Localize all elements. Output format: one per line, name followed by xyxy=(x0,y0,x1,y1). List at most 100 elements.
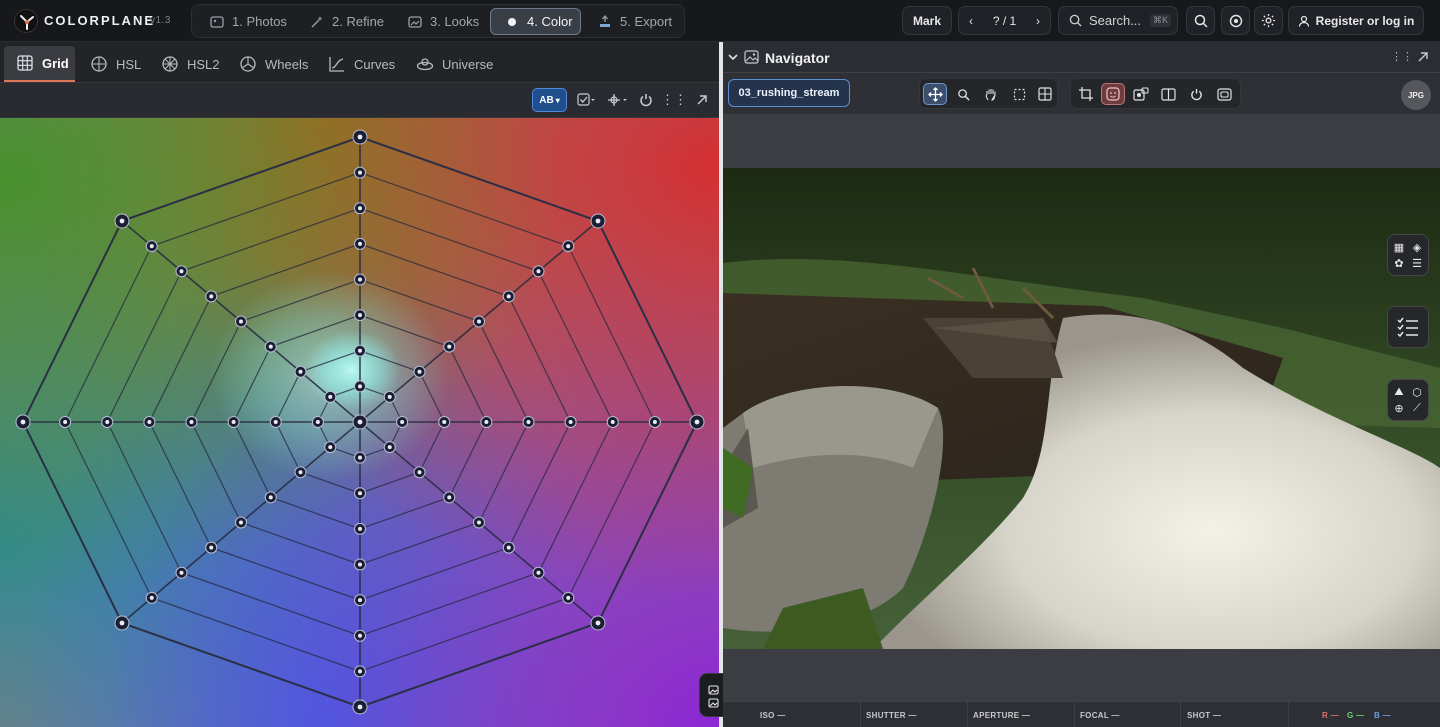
grid-control-point[interactable] xyxy=(235,516,247,529)
step-color[interactable]: 4. Color xyxy=(490,8,581,35)
grid-control-point[interactable] xyxy=(562,240,575,253)
grid-control-point[interactable] xyxy=(185,416,198,428)
tab-wheels[interactable]: Wheels xyxy=(227,46,315,82)
grid-control-point[interactable] xyxy=(352,129,368,145)
grid-control-point[interactable] xyxy=(101,416,114,428)
color-grid[interactable] xyxy=(0,118,719,727)
photo-tools-float[interactable]: ▦ ◈ ✿ ☰ xyxy=(1387,234,1429,276)
checkbox-dropdown-icon[interactable] xyxy=(575,91,597,109)
histogram-icon[interactable]: ⛰ xyxy=(1394,386,1403,399)
grid-control-point[interactable] xyxy=(264,340,277,353)
grid-control-point[interactable] xyxy=(175,566,188,579)
step-refine[interactable]: 2. Refine xyxy=(296,8,392,35)
filename-chip[interactable]: 03_rushing_stream xyxy=(728,79,850,107)
palette-icon[interactable]: ✿ xyxy=(1394,257,1403,270)
grid-control-point[interactable] xyxy=(396,416,409,428)
tab-grid[interactable]: Grid xyxy=(4,46,75,82)
search-input[interactable]: Search... ⌘K xyxy=(1058,6,1178,35)
grid-control-point[interactable] xyxy=(145,591,158,604)
grid-control-point[interactable] xyxy=(227,416,240,428)
layers-icon[interactable]: ◈ xyxy=(1413,241,1421,254)
grid-control-point[interactable] xyxy=(562,591,575,604)
grid-control-point[interactable] xyxy=(269,416,282,428)
grid-control-point[interactable] xyxy=(532,265,545,278)
grid-control-point[interactable] xyxy=(354,273,366,286)
power-icon[interactable] xyxy=(1184,83,1208,105)
target-button[interactable] xyxy=(1221,6,1250,35)
grid-control-point[interactable] xyxy=(443,491,456,504)
fit-grid-icon[interactable] xyxy=(1033,83,1057,105)
grid-control-point[interactable] xyxy=(438,416,451,428)
grid-control-point[interactable] xyxy=(145,240,158,253)
color-grid-canvas[interactable] xyxy=(0,118,719,727)
grid-control-point[interactable] xyxy=(648,416,661,428)
grid-control-point[interactable] xyxy=(354,166,366,179)
grid-control-point[interactable] xyxy=(354,487,366,500)
face-detect-icon[interactable] xyxy=(1101,83,1125,105)
grid-control-point[interactable] xyxy=(502,290,515,303)
grid-control-point[interactable] xyxy=(354,594,366,607)
grid-control-point[interactable] xyxy=(114,213,130,229)
grid-control-point[interactable] xyxy=(354,202,366,215)
crop-icon[interactable] xyxy=(1074,83,1098,105)
grid-control-point[interactable] xyxy=(564,416,577,428)
grid-control-point[interactable] xyxy=(235,315,247,328)
frame-icon[interactable] xyxy=(1212,83,1236,105)
tab-curves[interactable]: Curves xyxy=(316,46,404,82)
grid-control-point[interactable] xyxy=(175,265,188,278)
grid-control-point[interactable] xyxy=(294,365,307,378)
preview-photo[interactable] xyxy=(723,168,1440,649)
grid-control-point[interactable] xyxy=(354,629,366,642)
login-button[interactable]: Register or log in xyxy=(1288,6,1424,35)
grid-control-point[interactable] xyxy=(522,416,535,428)
table-icon[interactable]: ▦ xyxy=(1394,241,1404,254)
tab-hsl2[interactable]: HSL2 xyxy=(149,46,227,82)
grid-control-point[interactable] xyxy=(143,416,156,428)
grid-control-point[interactable] xyxy=(352,414,368,430)
checklist-button[interactable] xyxy=(1387,306,1429,348)
grid-control-point[interactable] xyxy=(354,665,366,678)
expand-icon[interactable] xyxy=(692,91,712,109)
grid-control-point[interactable] xyxy=(264,491,277,504)
grid-control-point[interactable] xyxy=(354,558,366,571)
grid-control-point[interactable] xyxy=(354,309,366,322)
expand-icon[interactable] xyxy=(1417,51,1429,63)
globe-icon[interactable]: ⊕ xyxy=(1394,402,1403,415)
grid-control-point[interactable] xyxy=(15,414,31,430)
grid-control-point[interactable] xyxy=(502,541,515,554)
grid-control-point[interactable] xyxy=(689,414,705,430)
prev-icon[interactable]: ‹ xyxy=(969,14,973,28)
power-icon[interactable] xyxy=(636,91,656,109)
drag-handle-icon[interactable]: ⋮⋮ xyxy=(661,91,687,109)
grid-control-point[interactable] xyxy=(480,416,493,428)
grid-control-point[interactable] xyxy=(354,380,366,393)
sliders-icon[interactable]: ☰ xyxy=(1412,257,1422,270)
grid-control-point[interactable] xyxy=(354,344,366,357)
grid-control-point[interactable] xyxy=(205,541,218,554)
grid-control-point[interactable] xyxy=(590,213,606,229)
next-icon[interactable]: › xyxy=(1036,14,1040,28)
collapse-chevron-icon[interactable] xyxy=(727,51,739,63)
photo-scope-float[interactable]: ⛰ ⬡ ⊕ ⟋ xyxy=(1387,379,1429,421)
step-photos[interactable]: 1. Photos xyxy=(196,8,294,35)
step-looks[interactable]: 3. Looks xyxy=(394,8,488,35)
ab-compare-button[interactable]: AB ▾ xyxy=(532,88,567,112)
settings-button[interactable] xyxy=(1254,6,1283,35)
grid-control-point[interactable] xyxy=(473,315,485,328)
grid-control-point[interactable] xyxy=(354,237,366,250)
grid-control-point[interactable] xyxy=(354,522,366,535)
grid-control-point[interactable] xyxy=(383,390,396,403)
grid-control-point[interactable] xyxy=(383,441,396,454)
cube-icon[interactable]: ⬡ xyxy=(1412,386,1422,399)
step-export[interactable]: 5. Export xyxy=(584,8,682,35)
zoom-search-button[interactable] xyxy=(1186,6,1215,35)
grid-control-point[interactable] xyxy=(114,615,130,631)
chart-icon[interactable]: ⟋ xyxy=(1413,402,1421,415)
grid-control-point[interactable] xyxy=(413,365,426,378)
move-tool-icon[interactable] xyxy=(923,83,947,105)
grid-control-point[interactable] xyxy=(606,416,619,428)
move-dropdown-icon[interactable] xyxy=(605,91,629,109)
grid-control-point[interactable] xyxy=(473,516,485,529)
grid-control-point[interactable] xyxy=(532,566,545,579)
tab-universe[interactable]: Universe xyxy=(404,46,504,82)
